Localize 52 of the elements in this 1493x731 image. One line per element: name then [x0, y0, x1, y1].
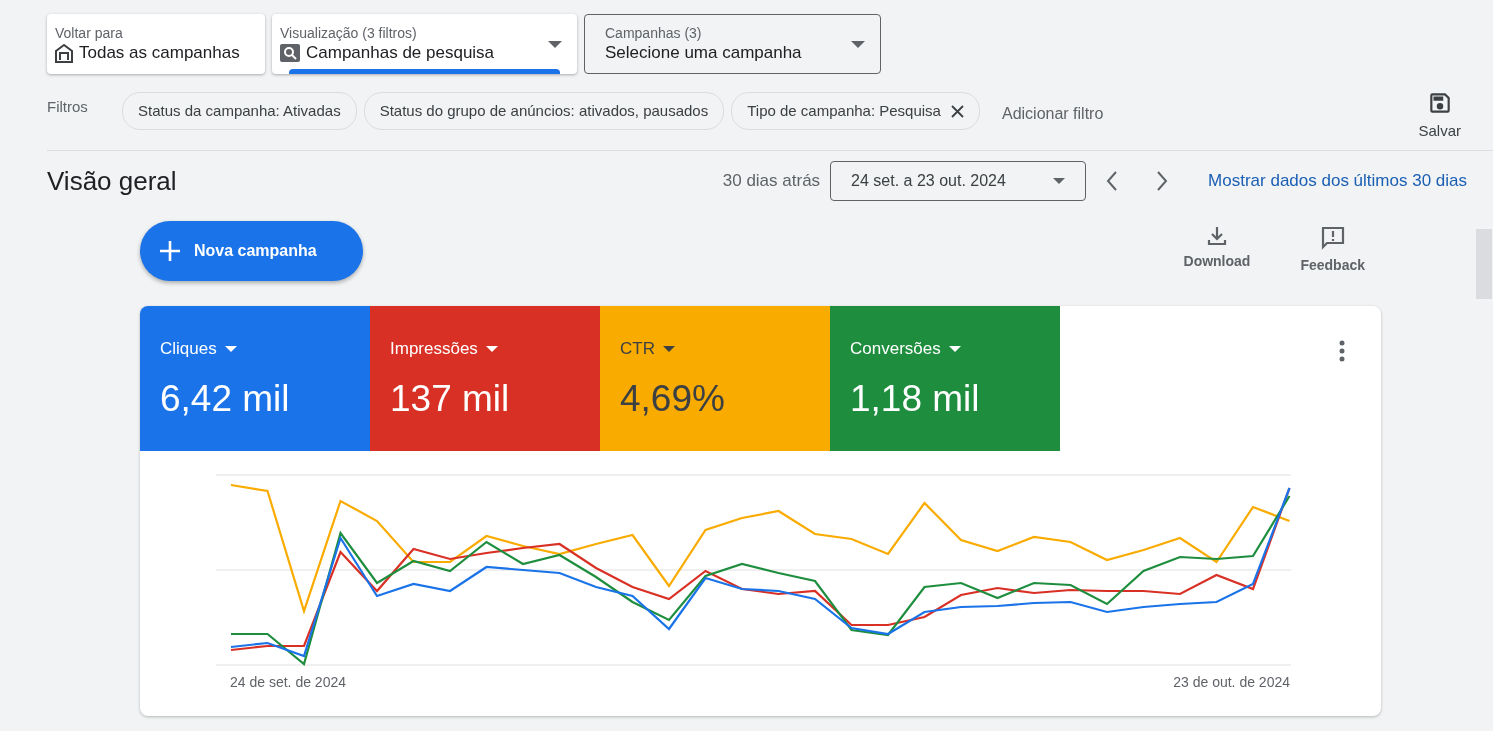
metric-name: CTR — [620, 336, 810, 362]
metric-tile[interactable]: CTR 4,69% — [600, 306, 830, 451]
close-icon[interactable] — [950, 104, 964, 118]
metric-value: 6,42 mil — [160, 379, 291, 417]
new-campaign-button[interactable]: Nova campanha — [140, 221, 363, 281]
metric-value: 1,18 mil — [850, 379, 981, 417]
filter-chip[interactable]: Status do grupo de anúncios: ativados, pausados — [363, 92, 725, 130]
selector-label: Voltar para — [55, 24, 124, 42]
view-selector[interactable]: Visualização (3 filtros) Campanhas de pesquisa — [272, 14, 577, 74]
show-last-30-days-link[interactable]: Mostrar dados dos últimos 30 dias — [1208, 168, 1467, 194]
metric-tile[interactable]: Cliques 6,42 mil — [140, 306, 370, 451]
campaign-selector[interactable]: Campanhas (3) Selecione uma campanha — [584, 14, 881, 74]
metric-name: Cliques — [160, 336, 350, 362]
download-icon — [1205, 225, 1228, 247]
filter-chip[interactable]: Tipo de campanha: Pesquisa — [731, 92, 980, 130]
selector-label: Visualização (3 filtros) — [280, 24, 418, 42]
metric-name: Conversões — [850, 336, 1040, 362]
filters-label: Filtros — [47, 97, 89, 117]
search-icon — [280, 44, 300, 62]
download-button[interactable]: Download — [1183, 225, 1251, 276]
selector-value: Todas as campanhas — [55, 42, 240, 64]
metric-value: 137 mil — [390, 379, 511, 417]
dropdown-icon — [224, 345, 237, 352]
filter-chip[interactable]: Status da campanha: Ativadas — [122, 92, 357, 130]
metric-value: 4,69% — [620, 379, 726, 417]
dropdown-icon — [948, 345, 961, 352]
add-filter-link[interactable]: Adicionar filtro — [1001, 102, 1104, 126]
more-options-icon[interactable] — [1339, 340, 1345, 362]
dropdown-icon — [1053, 178, 1066, 184]
selector-value: Selecione uma campanha — [605, 42, 802, 64]
x-axis-label: 23 de out. de 2024 — [1173, 673, 1290, 692]
feedback-icon — [1319, 225, 1346, 251]
plus-icon — [160, 241, 180, 261]
date-range-dropdown[interactable]: 24 set. a 23 out. 2024 — [830, 161, 1087, 201]
dropdown-icon — [485, 345, 498, 352]
dropdown-icon — [548, 40, 562, 48]
dropdown-icon — [662, 345, 675, 352]
metric-tile[interactable]: Impressões 137 mil — [370, 306, 600, 451]
page-title: Visão geral — [47, 164, 177, 198]
back-selector[interactable]: Voltar para Todas as campanhas — [47, 14, 265, 74]
save-button[interactable]: Salvar — [1418, 90, 1461, 143]
selector-label: Campanhas (3) — [605, 24, 703, 42]
metric-tile[interactable]: Conversões 1,18 mil — [830, 306, 1060, 451]
chevron-left-icon[interactable] — [1106, 171, 1119, 191]
range-label: 30 dias atrás — [722, 170, 821, 193]
feedback-button[interactable]: Feedback — [1300, 225, 1365, 276]
home-icon — [55, 43, 73, 63]
chevron-right-icon[interactable] — [1156, 171, 1169, 191]
x-axis-label: 24 de set. de 2024 — [230, 673, 346, 692]
selector-value: Campanhas de pesquisa — [280, 42, 495, 64]
dropdown-icon — [851, 40, 865, 48]
metric-name: Impressões — [390, 336, 580, 362]
